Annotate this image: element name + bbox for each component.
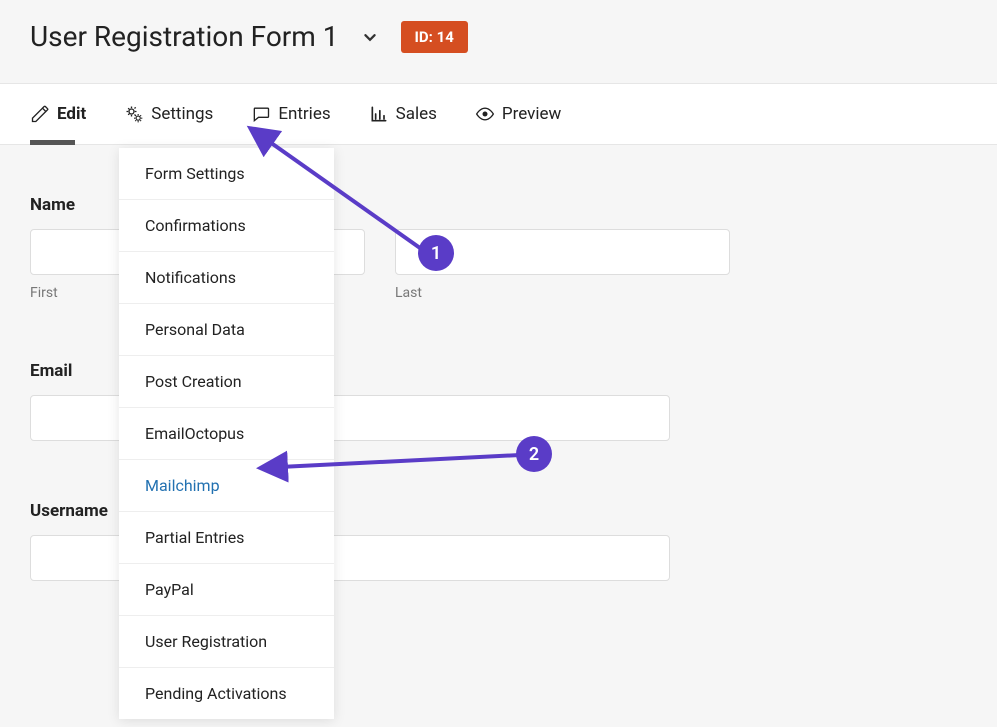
dropdown-pending-activations[interactable]: Pending Activations (119, 668, 334, 719)
form-title-dropdown[interactable] (359, 26, 381, 48)
edit-icon (30, 104, 50, 124)
dropdown-user-registration[interactable]: User Registration (119, 616, 334, 668)
tab-sales[interactable]: Sales (369, 84, 437, 144)
dropdown-partial-entries[interactable]: Partial Entries (119, 512, 334, 564)
tab-entries[interactable]: Entries (251, 84, 330, 144)
dropdown-notifications[interactable]: Notifications (119, 252, 334, 304)
settings-dropdown: Form Settings Confirmations Notification… (119, 148, 334, 719)
chevron-down-icon (359, 26, 381, 48)
form-title: User Registration Form 1 (30, 20, 339, 53)
dropdown-confirmations[interactable]: Confirmations (119, 200, 334, 252)
form-header: User Registration Form 1 ID: 14 (0, 0, 997, 83)
dropdown-personal-data[interactable]: Personal Data (119, 304, 334, 356)
tab-sales-label: Sales (396, 104, 437, 124)
tab-edit-label: Edit (57, 104, 86, 124)
annotation-marker-1: 1 (418, 235, 454, 271)
tab-settings[interactable]: Settings (124, 84, 213, 144)
dropdown-emailoctopus[interactable]: EmailOctopus (119, 408, 334, 460)
tab-entries-label: Entries (278, 104, 330, 124)
dropdown-form-settings[interactable]: Form Settings (119, 148, 334, 200)
tab-edit[interactable]: Edit (30, 84, 86, 144)
dropdown-paypal[interactable]: PayPal (119, 564, 334, 616)
last-name-sublabel: Last (395, 285, 730, 301)
dropdown-mailchimp[interactable]: Mailchimp (119, 460, 334, 512)
bar-chart-icon (369, 104, 389, 124)
dropdown-post-creation[interactable]: Post Creation (119, 356, 334, 408)
form-id-badge: ID: 14 (401, 21, 468, 53)
tab-bar: Edit Settings Entries Sales Preview (0, 83, 997, 145)
tab-settings-label: Settings (151, 104, 213, 124)
gears-icon (124, 104, 144, 124)
annotation-marker-2: 2 (516, 436, 552, 472)
tab-preview-label: Preview (502, 104, 561, 124)
tab-preview[interactable]: Preview (475, 84, 561, 144)
comment-icon (251, 104, 271, 124)
eye-icon (475, 104, 495, 124)
